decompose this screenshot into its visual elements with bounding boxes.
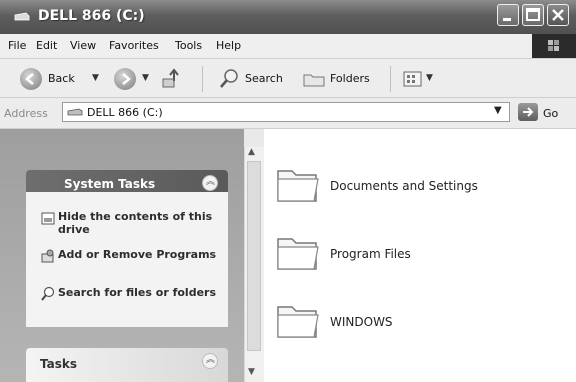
window-title: DELL 866 (C:) <box>38 8 145 24</box>
menu-edit[interactable]: Edit <box>36 39 57 52</box>
toolbar-separator <box>390 66 391 92</box>
menu-file[interactable]: File <box>8 39 26 52</box>
folder-item[interactable]: Program Files <box>274 227 564 279</box>
close-button[interactable] <box>547 4 569 26</box>
tasks-title: Tasks <box>40 357 78 371</box>
go-arrow-icon <box>523 107 534 117</box>
windows-flag-icon <box>548 40 559 51</box>
address-input[interactable]: DELL 866 (C:) <box>62 102 510 122</box>
menu-help[interactable]: Help <box>216 39 241 52</box>
up-folder-icon[interactable] <box>160 67 182 91</box>
search-icon <box>41 286 55 301</box>
close-icon <box>552 9 564 21</box>
task-add-remove-programs[interactable]: Add or Remove Programs <box>40 248 220 278</box>
explorer-window: DELL 866 (C:) File Edit View Favorites T… <box>0 0 576 382</box>
menu-bar: File Edit View Favorites Tools Help <box>0 34 576 59</box>
forward-dropdown-icon[interactable]: ▼ <box>142 73 149 83</box>
system-tasks-title: System Tasks <box>64 177 156 191</box>
collapse-system-tasks-button[interactable]: ︽ <box>202 175 218 191</box>
folder-icon <box>277 306 319 338</box>
drive-icon <box>14 12 30 21</box>
go-label[interactable]: Go <box>543 107 558 120</box>
menu-view[interactable]: View <box>70 39 96 52</box>
maximize-icon <box>526 8 540 21</box>
system-tasks-body: Hide the contents of this drive Add or R… <box>26 192 228 327</box>
address-label: Address <box>4 107 48 120</box>
menu-tools[interactable]: Tools <box>175 39 202 52</box>
scroll-thumb[interactable] <box>247 161 261 351</box>
maximize-button[interactable] <box>522 4 544 26</box>
address-dropdown-icon[interactable]: ▼ <box>494 105 502 116</box>
search-button[interactable]: Search <box>245 72 283 85</box>
toolbar-separator <box>202 66 203 92</box>
title-bar[interactable]: DELL 866 (C:) <box>0 0 576 34</box>
tasks-header[interactable]: Tasks ︽ <box>26 348 228 382</box>
scroll-up-icon[interactable]: ▲ <box>248 147 255 157</box>
search-icon[interactable] <box>218 68 240 90</box>
folder-item[interactable]: Documents and Settings <box>274 159 564 211</box>
add-remove-programs-icon <box>41 249 54 263</box>
task-label: Add or Remove Programs <box>58 248 217 261</box>
views-dropdown-icon[interactable]: ▼ <box>426 73 433 83</box>
collapse-icon: ︽ <box>206 177 216 187</box>
back-button[interactable] <box>20 68 42 90</box>
views-icon[interactable] <box>402 69 424 89</box>
hide-contents-icon <box>41 212 55 225</box>
minimize-button[interactable] <box>497 4 519 26</box>
minimize-icon <box>503 18 511 21</box>
forward-button[interactable] <box>114 68 136 90</box>
task-hide-contents[interactable]: Hide the contents of this drive <box>40 210 220 240</box>
collapse-tasks-button[interactable]: ︽ <box>202 353 218 369</box>
folder-name: WINDOWS <box>330 315 393 329</box>
back-dropdown-icon[interactable]: ▼ <box>92 73 99 83</box>
folder-name: Program Files <box>330 247 411 261</box>
drive-icon <box>67 108 83 116</box>
scroll-down-icon[interactable]: ▼ <box>248 367 255 377</box>
task-label: Hide the contents of this drive <box>58 210 213 236</box>
task-label: Search for files or folders <box>58 286 217 299</box>
back-arrow-icon <box>25 73 34 85</box>
folder-icon <box>277 238 319 270</box>
collapse-icon: ︽ <box>206 355 216 365</box>
folders-button[interactable]: Folders <box>330 72 370 85</box>
folder-item[interactable]: WINDOWS <box>274 295 564 347</box>
task-search-files[interactable]: Search for files or folders <box>40 286 220 316</box>
folder-icon <box>277 170 319 202</box>
go-button[interactable] <box>518 103 538 121</box>
address-bar: Address DELL 866 (C:) <box>0 98 576 129</box>
menu-favorites[interactable]: Favorites <box>109 39 159 52</box>
task-pane-scrollbar[interactable]: ▲ ▼ <box>244 147 264 382</box>
file-list: Documents and Settings Program Files WIN… <box>264 129 576 382</box>
folder-name: Documents and Settings <box>330 179 478 193</box>
forward-arrow-icon <box>122 73 131 85</box>
back-label[interactable]: Back <box>48 72 75 85</box>
address-value: DELL 866 (C:) <box>87 106 163 119</box>
windows-logo <box>532 34 576 58</box>
standard-toolbar: Back ▼ ▼ Search Folders ▼ <box>0 59 576 98</box>
folders-icon[interactable] <box>302 69 326 89</box>
